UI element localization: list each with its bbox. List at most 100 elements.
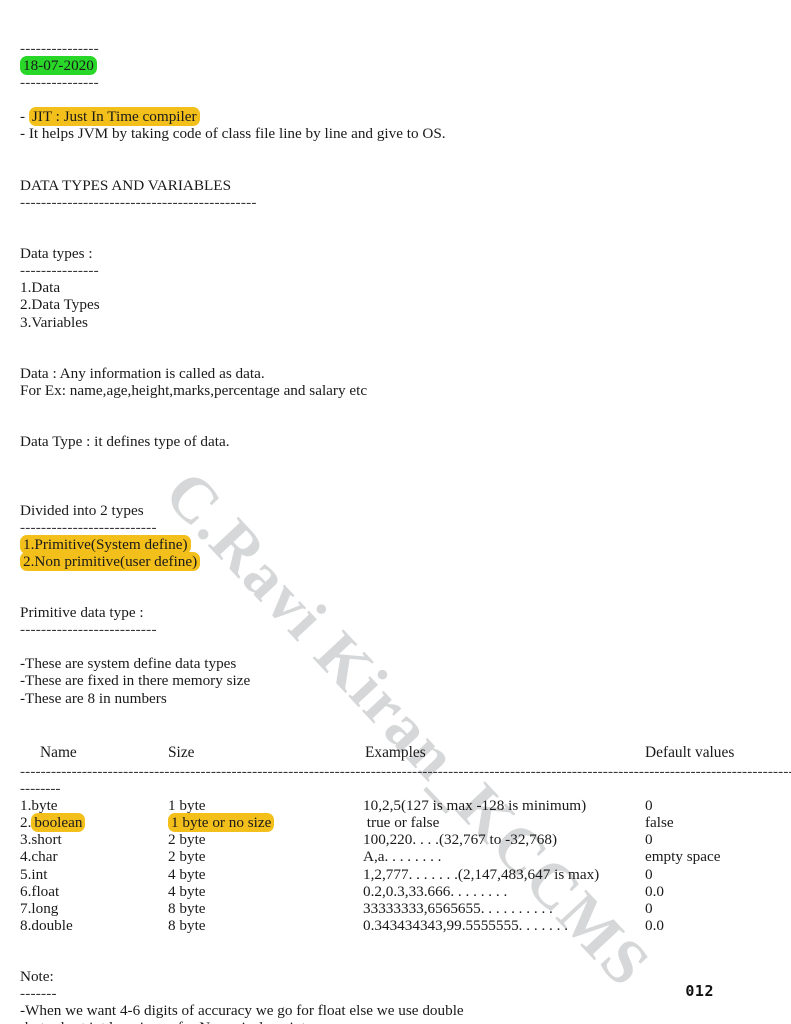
datatypes-heading: Data types : xyxy=(20,245,93,263)
cell-default: 0 xyxy=(645,899,653,917)
cell-size: 4 byte xyxy=(168,865,206,883)
document-content: --------------- 18-07-2020 -------------… xyxy=(0,0,791,1024)
table-row: 2. boolean 1 byte or no size true or false… xyxy=(20,813,771,833)
column-header-default: Default values xyxy=(645,743,735,761)
column-header-size: Size xyxy=(168,743,195,761)
cell-name-prefix: 2. xyxy=(20,814,32,832)
table-row: 5.int 4 byte 1,2,777. . . . . . .(2,147,48… xyxy=(20,866,771,883)
column-header-examples: Examples xyxy=(365,743,426,761)
section-title: DATA TYPES AND VARIABLES xyxy=(20,176,232,194)
primitive-bullet: -These are fixed in there memory size xyxy=(20,672,251,690)
datatypes-item: 2.Data Types xyxy=(20,296,100,314)
datatypes-item: 1.Data xyxy=(20,279,61,297)
table-short-rule: -------- xyxy=(20,780,61,798)
table-header-row: Name Size Examples Default values xyxy=(20,744,771,761)
divided-item-2: 2.Non primitive(user define) xyxy=(20,551,771,571)
cell-default: 0 xyxy=(645,865,653,883)
cell-size: 2 byte xyxy=(168,848,206,866)
cell-name: 8.double xyxy=(20,916,73,934)
cell-default: 0 xyxy=(645,831,653,849)
jit-line: - JIT : Just In Time compiler xyxy=(20,107,771,127)
cell-examples: 33333333,6565655. . . . . . . . . . xyxy=(363,899,553,917)
cell-examples: A,a. . . . . . . . xyxy=(363,848,442,866)
data-definition: Data : Any information is called as data… xyxy=(20,364,265,382)
table-row: 1.byte 1 byte 10,2,5(127 is max -128 is mi… xyxy=(20,797,771,814)
cell-name: 6.float xyxy=(20,882,60,900)
primitive-types-table: Name Size Examples Default values ------… xyxy=(20,744,791,934)
data-example: For Ex: name,age,height,marks,percentage… xyxy=(20,381,368,399)
cell-examples: true or false xyxy=(363,814,440,832)
cell-name: 3.short xyxy=(20,831,62,849)
note-line: -When we want 4-6 digits of accuracy we … xyxy=(20,1002,464,1020)
document-page: C.Ravi Kiran_KCCMS --------------- 18-07… xyxy=(0,0,791,1024)
table-body: 1.byte 1 byte 10,2,5(127 is max -128 is mi… xyxy=(20,797,771,934)
table-row: 3.short 2 byte 100,220. . . .(32,767 to -3… xyxy=(20,831,771,848)
cell-size: 8 byte xyxy=(168,916,206,934)
section-rule: ----------------------------------------… xyxy=(20,193,257,211)
jvm-line: - It helps JVM by taking code of class f… xyxy=(20,125,446,143)
cell-size: 2 byte xyxy=(168,831,206,849)
rule-below-date: --------------- xyxy=(20,74,99,92)
primitive-rule: -------------------------- xyxy=(20,621,157,639)
cell-examples: 10,2,5(127 is max -128 is minimum) xyxy=(363,797,587,815)
date-line: 18-07-2020 xyxy=(20,56,771,76)
column-header-name: Name xyxy=(40,743,77,761)
cell-name: 4.char xyxy=(20,848,58,866)
table-row: 4.char 2 byte A,a. . . . . . . . empty spac… xyxy=(20,848,771,865)
note-line: -byte,short,int,long is use for Numerica… xyxy=(20,1019,771,1024)
cell-examples: 0.343434343,99.5555555. . . . . . . xyxy=(363,916,569,934)
primitive-bullet: -These are 8 in numbers xyxy=(20,689,167,707)
primitive-heading: Primitive data type : xyxy=(20,604,144,622)
cell-name: 2. boolean xyxy=(20,813,86,833)
page-number: 012 xyxy=(685,982,714,1000)
datatypes-item: 3.Variables xyxy=(20,313,88,331)
date-highlight: 18-07-2020 xyxy=(20,56,97,76)
note-rule: ------- xyxy=(20,985,57,1003)
note-heading: Note: xyxy=(20,968,54,986)
cell-default: false xyxy=(645,814,674,832)
cell-size: 8 byte xyxy=(168,899,206,917)
datatype-definition: Data Type : it defines type of data. xyxy=(20,433,230,451)
table-header-rule: ----------------------------------------… xyxy=(20,762,791,780)
divided-item-1-highlight: 1.Primitive(System define) xyxy=(20,534,191,554)
cell-size-highlight: 1 byte or no size xyxy=(168,813,275,833)
jit-highlight: JIT : Just In Time compiler xyxy=(28,107,200,127)
cell-examples: 1,2,777. . . . . . .(2,147,483,647 is ma… xyxy=(363,865,600,883)
cell-default: empty space xyxy=(645,848,721,866)
cell-default: 0.0 xyxy=(645,916,664,934)
primitive-bullet: -These are system define data types xyxy=(20,655,237,673)
cell-default: 0.0 xyxy=(645,882,664,900)
divided-heading: Divided into 2 types xyxy=(20,501,144,519)
cell-name-highlight: boolean xyxy=(31,813,86,833)
cell-size: 1 byte or no size xyxy=(168,813,275,833)
cell-examples: 0.2,0.3,33.666. . . . . . . . xyxy=(363,882,508,900)
rule-top: --------------- xyxy=(20,40,99,57)
cell-size: 1 byte xyxy=(168,797,206,815)
table-row: 8.double 8 byte 0.343434343,99.5555555. . … xyxy=(20,917,771,934)
cell-examples: 100,220. . . .(32,767 to -32,768) xyxy=(363,831,558,849)
cell-default: 0 xyxy=(645,797,653,815)
cell-name: 1.byte xyxy=(20,797,58,815)
divided-item-2-highlight: 2.Non primitive(user define) xyxy=(20,551,201,571)
table-row: 6.float 4 byte 0.2,0.3,33.666. . . . . . .… xyxy=(20,883,771,900)
datatypes-rule: --------------- xyxy=(20,262,99,280)
